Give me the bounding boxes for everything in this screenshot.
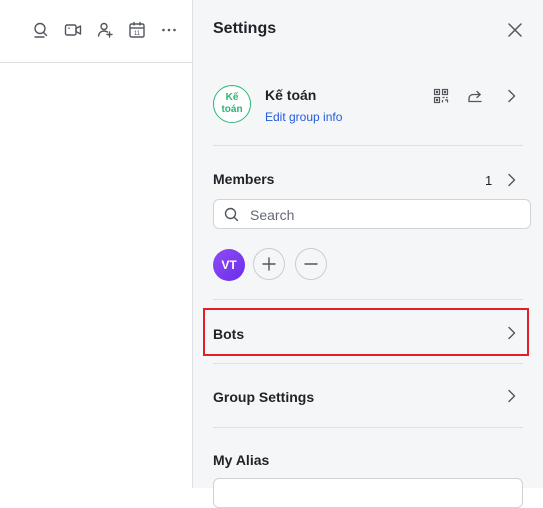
search-icon	[224, 207, 239, 227]
more-icon[interactable]	[159, 20, 179, 40]
group-avatar-text: Kế toán	[221, 92, 243, 115]
share-icon[interactable]	[465, 86, 485, 106]
member-initials: VT	[221, 258, 237, 272]
group-settings-label: Group Settings	[213, 389, 315, 405]
calendar-icon[interactable]: 11	[127, 20, 147, 40]
member-avatar[interactable]: VT	[213, 249, 245, 281]
divider	[213, 363, 523, 364]
group-name: Kế toán	[265, 87, 317, 103]
divider	[213, 427, 523, 428]
remove-member-button[interactable]	[295, 248, 327, 280]
close-icon[interactable]	[505, 20, 525, 40]
search-chat-icon[interactable]	[31, 20, 51, 40]
my-alias-input[interactable]	[213, 478, 523, 508]
member-search-field[interactable]	[213, 199, 531, 229]
bots-label: Bots	[213, 326, 245, 342]
plus-icon	[262, 257, 276, 271]
member-count: 1	[485, 173, 493, 188]
divider	[213, 299, 523, 300]
bots-row[interactable]: Bots	[213, 312, 523, 352]
group-avatar[interactable]: Kế toán	[213, 85, 251, 123]
calendar-day-text: 11	[134, 31, 141, 37]
group-settings-chevron-icon	[503, 388, 519, 404]
edit-group-info-link[interactable]: Edit group info	[265, 110, 342, 124]
group-info-chevron-icon[interactable]	[501, 86, 521, 106]
my-alias-label: My Alias	[213, 452, 270, 468]
group-settings-row[interactable]: Group Settings	[213, 375, 523, 415]
minus-icon	[304, 263, 318, 265]
add-member-button[interactable]	[253, 248, 285, 280]
chat-pane: 11	[0, 0, 193, 488]
member-search-input[interactable]	[248, 205, 522, 225]
bots-chevron-icon	[503, 325, 519, 341]
settings-panel: Settings Kế toán Kế toán Edit group info	[193, 0, 543, 508]
settings-title: Settings	[213, 20, 277, 37]
video-call-icon[interactable]	[63, 20, 83, 40]
members-chevron-icon[interactable]	[503, 172, 519, 188]
qr-code-icon[interactable]	[431, 86, 451, 106]
divider	[213, 145, 523, 146]
add-member-icon[interactable]	[95, 20, 115, 40]
members-label: Members	[213, 171, 275, 187]
chat-toolbar: 11	[0, 0, 192, 63]
